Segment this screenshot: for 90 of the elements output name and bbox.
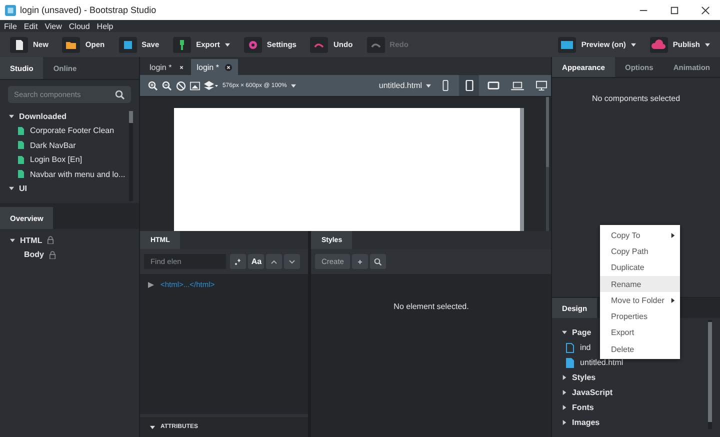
maximize-icon[interactable]: [670, 6, 679, 14]
expand-arrow-icon[interactable]: [9, 186, 14, 192]
component-item[interactable]: Corporate Footer Clean: [30, 126, 114, 136]
menu-item[interactable]: Copy Path: [600, 243, 680, 260]
page-dropdown[interactable]: untitled.html: [378, 81, 422, 90]
search-icon: [374, 258, 382, 266]
menu-item[interactable]: File: [4, 22, 17, 30]
plus-icon: [356, 258, 364, 266]
tree-folder[interactable]: UI: [19, 184, 27, 194]
tree-folder[interactable]: Page: [572, 328, 592, 337]
menu-item[interactable]: Duplicate: [600, 260, 680, 276]
close-icon[interactable]: [701, 6, 710, 14]
component-item[interactable]: Navbar with menu and lo...: [30, 170, 126, 179]
screen-icon: [558, 36, 576, 52]
expand-arrow-icon[interactable]: [10, 238, 15, 243]
document-tab[interactable]: login *: [143, 59, 191, 75]
menu-item[interactable]: Help: [96, 22, 114, 30]
submenu-arrow-icon: [671, 298, 675, 303]
match-case-button[interactable]: Aa: [248, 254, 264, 269]
expand-arrow-icon[interactable]: [562, 420, 568, 425]
menu-item[interactable]: Delete: [600, 341, 680, 358]
lock-icon[interactable]: [47, 236, 54, 244]
expand-arrow-icon[interactable]: [148, 282, 154, 288]
expand-arrow-icon[interactable]: [9, 114, 14, 119]
previous-button[interactable]: [266, 254, 282, 269]
expand-arrow-icon[interactable]: [562, 375, 568, 380]
menu-item[interactable]: Edit: [24, 22, 38, 30]
expand-arrow-icon[interactable]: [562, 330, 568, 335]
plus-button[interactable]: [352, 254, 368, 269]
tree-node[interactable]: Body: [24, 250, 44, 260]
up-chevron-icon: [270, 258, 278, 266]
caret-icon: [705, 42, 710, 46]
caret-icon: [290, 84, 296, 88]
regex-icon: [234, 258, 242, 266]
settings-icon: [244, 36, 262, 52]
menu-item[interactable]: Move to Folder: [600, 292, 680, 308]
tree-folder[interactable]: Images: [572, 418, 600, 427]
document-tab[interactable]: login *: [190, 59, 238, 75]
expand-arrow-icon[interactable]: [562, 390, 568, 395]
monitor-icon: [534, 80, 548, 91]
tree-folder[interactable]: Downloaded: [19, 112, 67, 121]
tablet-icon: [462, 80, 476, 91]
caret-icon: [224, 42, 230, 46]
layers-icon[interactable]: [204, 80, 218, 90]
empty-message: No components selected: [592, 94, 680, 103]
cloud-icon: [650, 36, 668, 52]
tree-folder[interactable]: Fonts: [572, 403, 594, 412]
close-icon[interactable]: [224, 64, 232, 70]
component-item[interactable]: Login Box [En]: [30, 155, 82, 164]
empty-message: No element selected.: [394, 302, 469, 311]
landscape-tablet-icon: [486, 80, 500, 91]
caret-icon: [426, 84, 432, 88]
tree-node[interactable]: HTML: [20, 236, 42, 245]
search-button[interactable]: [370, 254, 386, 269]
collapse-arrow-icon[interactable]: [150, 424, 156, 430]
scrollbar[interactable]: [129, 111, 134, 201]
window-title: login (unsaved) - Bootstrap Studio: [20, 5, 156, 15]
tree-folder[interactable]: Styles: [572, 373, 596, 382]
pin-icon: [173, 36, 192, 52]
regex-button[interactable]: [230, 254, 246, 269]
menu-item[interactable]: View: [44, 22, 62, 30]
menu-item[interactable]: Rename: [600, 276, 680, 292]
close-icon[interactable]: [178, 64, 185, 70]
scrollbar[interactable]: [708, 320, 712, 429]
laptop-icon: [510, 80, 524, 91]
tree-folder[interactable]: JavaScript: [572, 388, 613, 397]
page-entry[interactable]: untitled.html: [580, 358, 624, 367]
redo-icon: [366, 36, 385, 52]
down-chevron-icon: [288, 258, 296, 266]
expand-arrow-icon[interactable]: [562, 405, 568, 410]
menu-item[interactable]: Copy To: [600, 227, 680, 244]
lock-icon[interactable]: [49, 250, 56, 259]
document-icon: [10, 36, 28, 52]
menu-item[interactable]: Cloud: [68, 22, 90, 30]
zoom-in-icon[interactable]: [148, 80, 158, 90]
next-button[interactable]: [284, 254, 300, 269]
search-icon[interactable]: [115, 90, 126, 100]
zoom-out-icon[interactable]: [162, 80, 172, 90]
undo-icon: [310, 36, 328, 52]
scrollbar[interactable]: [546, 97, 550, 231]
menu-item[interactable]: Properties: [600, 308, 680, 325]
caret-icon: [630, 42, 636, 46]
menu-item[interactable]: Export: [600, 324, 680, 342]
submenu-arrow-icon: [671, 232, 675, 238]
device-button[interactable]: [459, 75, 480, 96]
folder-icon: [62, 36, 80, 52]
image-icon[interactable]: [190, 80, 200, 90]
app-logo-icon: [5, 4, 16, 16]
page-entry[interactable]: ind: [580, 343, 591, 352]
component-item[interactable]: Dark NavBar: [30, 140, 76, 150]
